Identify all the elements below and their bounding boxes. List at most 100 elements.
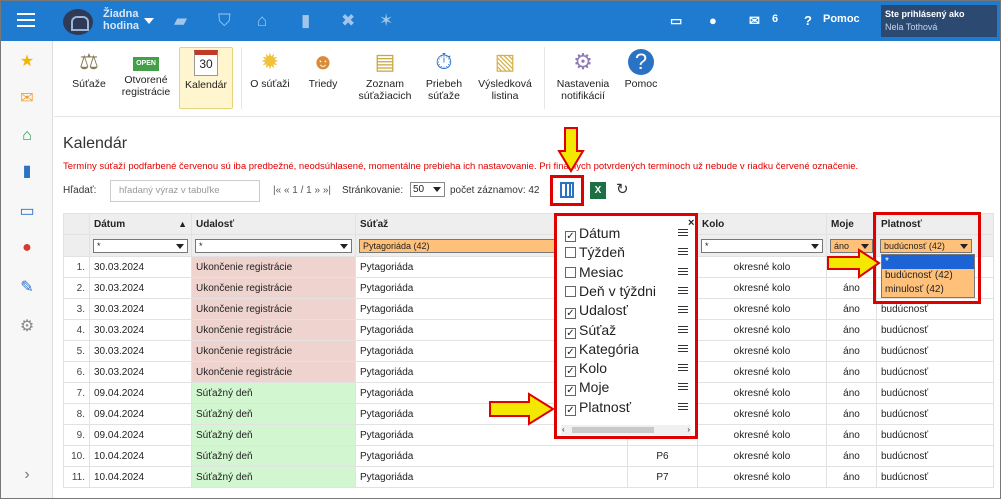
scroll-thumb[interactable] xyxy=(572,427,654,433)
column-toggle-item[interactable]: Deň v týždni xyxy=(565,282,688,300)
chat-icon[interactable]: ● xyxy=(709,13,717,28)
tools-icon[interactable]: ✖ xyxy=(341,11,355,31)
refresh-icon[interactable]: ↻ xyxy=(616,180,629,198)
dropdown-option-past[interactable]: minulosť (42) xyxy=(882,283,974,297)
cell-event: Ukončenie registrácie xyxy=(191,361,356,383)
chart-icon[interactable]: ▮ xyxy=(301,11,310,31)
column-toggle-item[interactable]: ✓ Kategória xyxy=(565,340,688,358)
column-toggle-item[interactable]: ✓ Kolo xyxy=(565,359,688,378)
close-icon[interactable]: × xyxy=(688,217,694,229)
table-row[interactable]: 4. 30.03.2024 Ukončenie registrácie Pytagor… xyxy=(63,319,994,341)
envelope-icon[interactable]: ✉ xyxy=(18,90,36,108)
scroll-left-icon[interactable]: ‹ xyxy=(562,425,565,435)
checkbox-checked[interactable]: ✓ xyxy=(565,231,576,242)
filter-udalost-select[interactable]: * xyxy=(195,238,352,253)
book-icon[interactable]: ▮ xyxy=(18,163,36,181)
drag-handle-icon[interactable] xyxy=(678,325,688,333)
header-udalost[interactable]: Udalosť xyxy=(191,213,356,235)
filter-empty xyxy=(63,234,90,257)
column-toggle-item[interactable]: Mesiac xyxy=(565,263,688,281)
table-row[interactable]: 3. 30.03.2024 Ukončenie registrácie Pytagor… xyxy=(63,298,994,320)
checkbox-checked[interactable]: ✓ xyxy=(565,366,576,378)
home-icon[interactable]: ⌂ xyxy=(18,127,36,145)
column-toggle-item[interactable]: ✓ Udalosť xyxy=(565,301,688,320)
column-toggle-item[interactable]: ✓ Platnosť xyxy=(565,398,688,416)
ribbon-registracie-button[interactable]: OPEN Otvorené registrácie xyxy=(117,47,175,109)
checkbox-unchecked[interactable] xyxy=(565,266,576,278)
shield-icon[interactable]: ⛉ xyxy=(218,11,231,31)
mail-icon[interactable]: ✉ xyxy=(749,13,760,29)
menu-icon[interactable] xyxy=(17,13,35,27)
checkbox-checked[interactable]: ✓ xyxy=(565,346,576,358)
activity-icon[interactable]: ✶ xyxy=(379,11,393,31)
checkbox-unchecked[interactable] xyxy=(565,247,576,259)
gear-icon[interactable]: ⚙ xyxy=(18,318,36,336)
chevron-right-icon[interactable]: › xyxy=(18,466,36,484)
table-row[interactable]: 11. 10.04.2024 Súťažný deň Pytagoriáda P7 okr… xyxy=(63,466,994,488)
page-size-select[interactable]: 50 xyxy=(410,182,445,197)
ribbon-notifikacie-button[interactable]: ⚙ Nastavenia notifikácií xyxy=(550,47,616,109)
cell-validity: budúcnosť xyxy=(876,319,994,341)
ribbon-o-sutazi-button[interactable]: ✹ O súťaži xyxy=(247,47,293,109)
column-toggle-item[interactable]: Týždeň xyxy=(565,243,688,261)
star-icon[interactable]: ★ xyxy=(18,53,36,71)
column-toggle-item[interactable]: ✓ Súťaž xyxy=(565,321,688,339)
hodina-selector[interactable]: Žiadna hodina xyxy=(103,8,139,32)
drag-handle-icon[interactable] xyxy=(678,229,688,236)
dropdown-option-all[interactable]: * xyxy=(882,255,974,269)
checkbox-checked[interactable]: ✓ xyxy=(565,404,576,416)
dropdown-option-future[interactable]: budúcnosť (42) xyxy=(882,269,974,283)
ribbon-triedy-button[interactable]: ☻ Triedy xyxy=(302,47,344,109)
column-toggle-item[interactable]: ✓ Dátum xyxy=(565,224,688,242)
drag-handle-icon[interactable] xyxy=(678,364,688,372)
ribbon-zoznam-button[interactable]: ▤ Zoznam súťažiacich xyxy=(351,47,419,109)
header-datum[interactable]: Dátum ▲ xyxy=(89,213,192,235)
institution-icon[interactable]: ⌂ xyxy=(257,11,267,31)
help-link[interactable]: Pomoc xyxy=(823,13,860,25)
chevron-down-icon[interactable] xyxy=(144,18,154,24)
ribbon-vysledkova-button[interactable]: ▧ Výsledková listina xyxy=(474,47,536,109)
header-kolo[interactable]: Kolo xyxy=(697,213,827,235)
excel-icon[interactable]: X xyxy=(590,182,606,199)
chat-bubbles-icon[interactable]: ● xyxy=(18,239,36,257)
checkbox-checked[interactable]: ✓ xyxy=(565,308,576,320)
briefcase-icon[interactable]: ▰ xyxy=(174,11,187,31)
ribbon-sutaze-button[interactable]: ⚖ Súťaže xyxy=(67,47,111,109)
sort-asc-icon[interactable]: ▲ xyxy=(178,219,187,229)
header-moje[interactable]: Moje xyxy=(826,213,877,235)
search-input[interactable]: hľadaný výraz v tabuľke xyxy=(110,180,260,202)
filter-datum-select[interactable]: * xyxy=(93,238,188,253)
hodina-icon[interactable] xyxy=(63,9,93,35)
ribbon-kalendar-button[interactable]: 30 Kalendár xyxy=(179,47,233,109)
ribbon-priebeh-button[interactable]: ⏱ Priebeh súťaže xyxy=(419,47,469,109)
table-row[interactable]: 2. 30.03.2024 Ukončenie registrácie Pytagor… xyxy=(63,277,994,299)
drag-handle-icon[interactable] xyxy=(678,402,688,410)
pen-icon[interactable]: ✎ xyxy=(18,279,36,297)
sidebar: ★ ✉ ⌂ ▮ ▭ ● ✎ ⚙ › xyxy=(1,41,53,498)
cast-icon[interactable]: ▭ xyxy=(670,13,682,29)
popup-scrollbar[interactable]: ‹ › xyxy=(561,425,691,435)
platnost-dropdown[interactable]: * budúcnosť (42) minulosť (42) xyxy=(881,254,975,298)
drag-handle-icon[interactable] xyxy=(678,248,688,256)
ribbon-pomoc-button[interactable]: ? Pomoc xyxy=(620,47,662,109)
drag-handle-icon[interactable] xyxy=(678,383,688,391)
table-row[interactable]: 9.09.04.2024Súťažný deňPytagoriádaP5okre… xyxy=(63,424,994,446)
drag-handle-icon[interactable] xyxy=(678,306,688,314)
checkbox-unchecked[interactable] xyxy=(565,285,576,297)
scroll-right-icon[interactable]: › xyxy=(687,425,690,435)
table-row[interactable]: 6. 30.03.2024 Ukončenie registrácie Pytagor… xyxy=(63,361,994,383)
drag-handle-icon[interactable] xyxy=(678,286,688,294)
table-row[interactable]: 5. 30.03.2024 Ukončenie registrácie Pytagor… xyxy=(63,340,994,362)
pager[interactable]: |« « 1 / 1 » »| xyxy=(273,185,331,196)
help-icon[interactable]: ? xyxy=(804,13,812,28)
user-box[interactable]: Ste prihlásený ako Nela Tothová xyxy=(881,5,997,37)
open-book-icon[interactable]: ▭ xyxy=(18,203,36,221)
checkbox-checked[interactable]: ✓ xyxy=(565,385,576,397)
table-row[interactable]: 10. 10.04.2024 Súťažný deň Pytagoriáda P6 okr… xyxy=(63,445,994,467)
checkbox-checked[interactable]: ✓ xyxy=(565,327,576,339)
drag-handle-icon[interactable] xyxy=(678,344,688,352)
scales-icon: ⚖ xyxy=(79,49,99,74)
drag-handle-icon[interactable] xyxy=(678,267,688,275)
column-toggle-item[interactable]: ✓ Moje xyxy=(565,378,688,397)
filter-kolo-select[interactable]: * xyxy=(701,238,823,253)
